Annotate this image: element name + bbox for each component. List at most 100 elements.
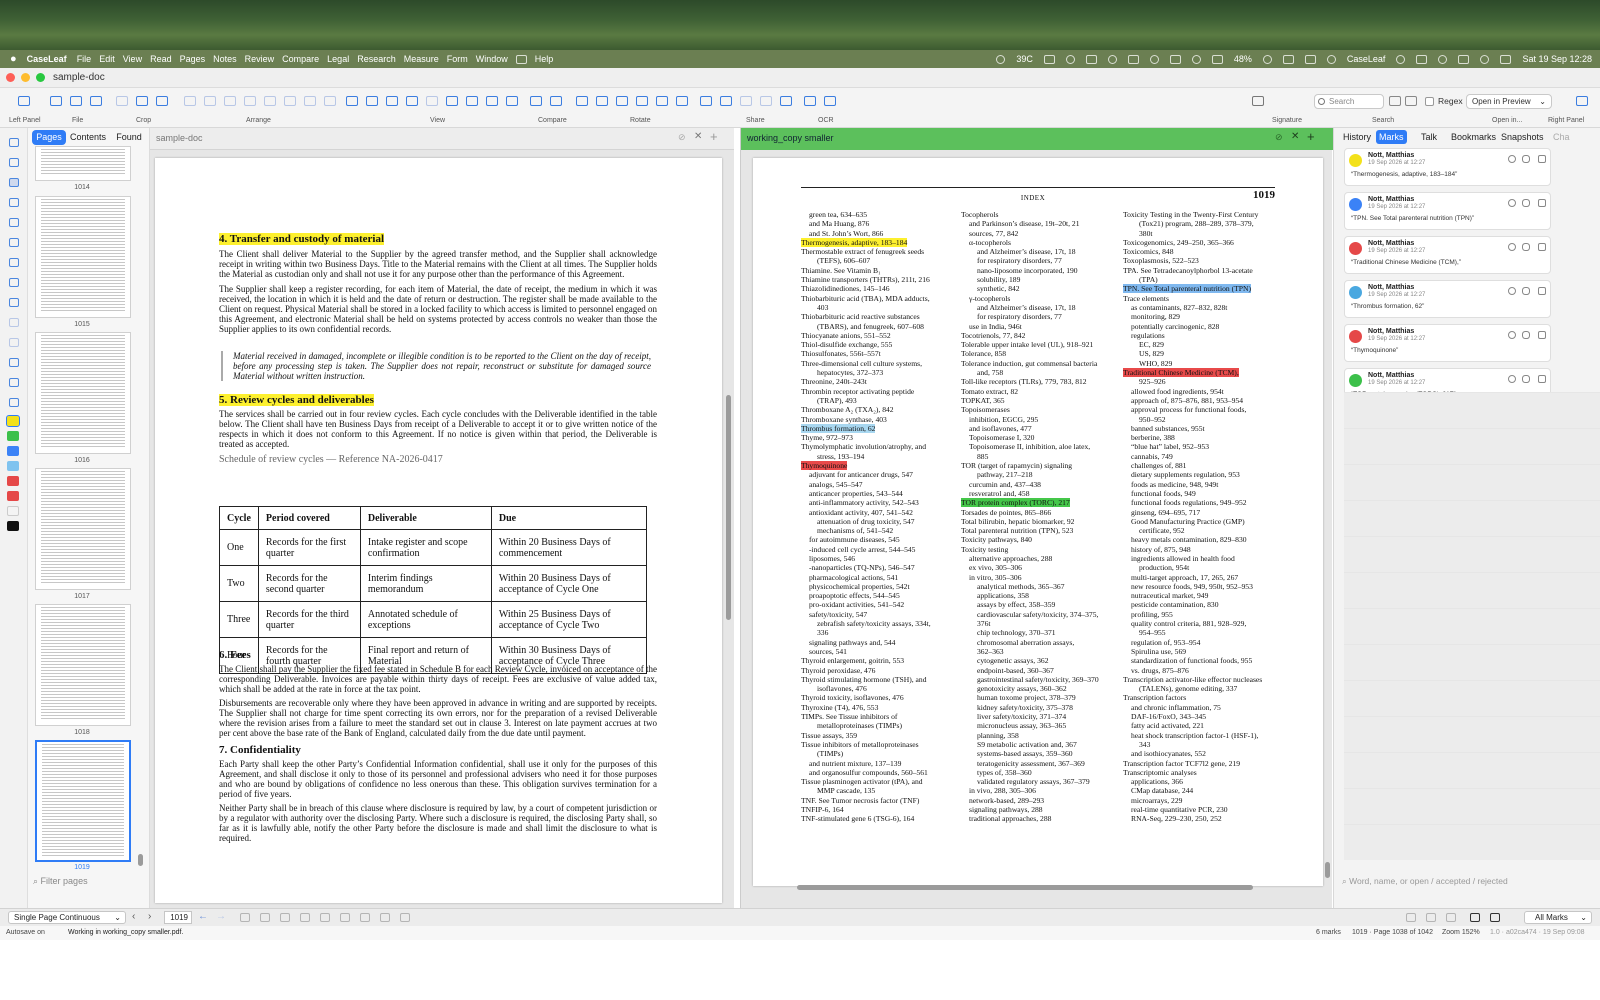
app-status[interactable]: CaseLeaf (1347, 54, 1386, 64)
bottom-tool-icon[interactable] (1406, 913, 1416, 922)
apple-icon[interactable]: ● (10, 53, 17, 65)
status-icon[interactable] (1304, 54, 1316, 64)
bottom-tool-icon[interactable] (400, 913, 410, 922)
scrollbar-thumb[interactable] (726, 395, 731, 620)
view-icon[interactable] (466, 96, 478, 106)
color-swatch-green[interactable] (7, 431, 19, 441)
menu-pages[interactable]: Pages (180, 54, 206, 64)
link-icon[interactable]: ⊘ (678, 132, 686, 143)
open-link-icon[interactable] (1538, 375, 1546, 383)
bottom-tool-icon[interactable] (240, 913, 250, 922)
status-icon[interactable] (1085, 54, 1097, 64)
tab-chat[interactable]: Cha (1550, 130, 1573, 144)
menu-legal[interactable]: Legal (327, 54, 349, 64)
crop-box-icon[interactable] (156, 96, 168, 106)
status-circle-icon[interactable] (1508, 331, 1516, 339)
page-thumbnail[interactable] (35, 146, 131, 181)
zoom-out-icon[interactable] (346, 96, 358, 106)
regex-box[interactable] (1425, 96, 1434, 106)
arrange-icon[interactable] (324, 96, 336, 106)
status-circle-icon[interactable] (1508, 375, 1516, 383)
redact-tool-icon[interactable] (9, 358, 19, 367)
open-link-icon[interactable] (1538, 199, 1546, 207)
status-circle-icon[interactable] (1508, 243, 1516, 251)
status-icon[interactable] (1416, 54, 1428, 64)
color-swatch-light-blue[interactable] (7, 461, 19, 471)
status-icon[interactable] (1065, 54, 1075, 64)
page-thumbnail[interactable] (35, 332, 131, 454)
open-link-icon[interactable] (1538, 243, 1546, 251)
menu-form[interactable]: Form (447, 54, 468, 64)
menu-research[interactable]: Research (357, 54, 396, 64)
menu-extra-icon[interactable] (515, 54, 527, 64)
comment-icon[interactable] (1490, 913, 1500, 922)
stamp-tool-icon[interactable] (9, 318, 19, 327)
share-icon[interactable] (700, 96, 712, 106)
previous-page-icon[interactable]: ‹ (132, 911, 135, 922)
page-thumbnail[interactable] (35, 196, 131, 318)
view-icon[interactable] (446, 96, 458, 106)
rotate-icon[interactable] (676, 96, 688, 106)
ocr-icon[interactable] (804, 96, 816, 106)
page-thumbnail-selected[interactable] (35, 740, 131, 862)
share-icon[interactable] (760, 96, 772, 106)
color-swatch-black[interactable] (7, 521, 19, 531)
menu-help[interactable]: Help (535, 54, 554, 64)
tab-bookmarks[interactable]: Bookmarks (1448, 130, 1499, 144)
close-tab-icon[interactable]: ✕ (1291, 131, 1299, 142)
rotate-left-icon[interactable] (576, 96, 588, 106)
rotate-right-icon[interactable] (596, 96, 608, 106)
bottom-tool-icon[interactable] (300, 913, 310, 922)
save-icon[interactable] (70, 96, 82, 106)
eye-icon[interactable] (1522, 243, 1530, 251)
color-swatch-red[interactable] (7, 491, 19, 501)
status-icon[interactable] (1149, 54, 1159, 64)
zoom-window-button[interactable] (36, 73, 45, 82)
actual-size-icon[interactable] (386, 96, 398, 106)
menu-edit[interactable]: Edit (99, 54, 115, 64)
mark-card[interactable]: Nott, Matthias 19 Sep 2026 at 12:27 “Throm… (1344, 280, 1551, 318)
view-icon[interactable] (486, 96, 498, 106)
view-mode-dropdown[interactable]: Single Page Continuous ⌄ (8, 911, 126, 924)
page-thumbnail[interactable] (35, 468, 131, 590)
select-tool-icon[interactable] (9, 138, 19, 147)
mark-card[interactable]: Nott, Matthias 19 Sep 2026 at 12:27 “Thymo… (1344, 324, 1551, 362)
mic-icon[interactable] (1396, 54, 1406, 64)
arrange-icon[interactable] (224, 96, 236, 106)
status-icon[interactable] (1107, 54, 1117, 64)
battery-status[interactable]: 48% (1234, 54, 1252, 64)
print-icon[interactable] (90, 96, 102, 106)
text-tool-icon[interactable] (9, 258, 19, 267)
bottom-tool-icon[interactable] (340, 913, 350, 922)
right-document-tab[interactable]: working_copy smaller ⊘ ✕ + (741, 128, 1333, 150)
status-icon[interactable] (1043, 54, 1055, 64)
open-link-icon[interactable] (1538, 331, 1546, 339)
status-icon[interactable] (996, 54, 1006, 64)
menu-measure[interactable]: Measure (404, 54, 439, 64)
shape-tool-icon[interactable] (9, 298, 19, 307)
status-icon[interactable] (1326, 54, 1336, 64)
tab-pages[interactable]: Pages (32, 130, 66, 145)
tab-talk[interactable]: Talk (1418, 130, 1440, 144)
bluetooth-icon[interactable] (1438, 54, 1448, 64)
bottom-tool-icon[interactable] (380, 913, 390, 922)
marks-filter-input[interactable]: ⌕ Word, name, or open / accepted / rejec… (1342, 876, 1508, 887)
tab-snapshots[interactable]: Snapshots (1498, 130, 1547, 144)
open-file-icon[interactable] (50, 96, 62, 106)
eye-icon[interactable] (1522, 331, 1530, 339)
right-panel-toggle-icon[interactable] (1576, 96, 1588, 106)
new-tab-icon[interactable]: + (1307, 129, 1315, 144)
filter-pages-input[interactable]: ⌕ Filter pages (33, 876, 88, 887)
menu-file[interactable]: File (77, 54, 92, 64)
wifi-icon[interactable] (1282, 54, 1294, 64)
color-swatch-blue[interactable] (7, 446, 19, 456)
arrange-icon[interactable] (304, 96, 316, 106)
thumbnail-scrollbar[interactable] (138, 854, 143, 866)
magnify-tool-icon[interactable] (9, 198, 19, 207)
back-icon[interactable]: ← (198, 911, 208, 922)
tab-marks[interactable]: Marks (1376, 130, 1407, 144)
view-icon[interactable] (506, 96, 518, 106)
arrange-icon[interactable] (184, 96, 196, 106)
close-window-button[interactable] (6, 73, 15, 82)
open-in-dropdown[interactable]: Open in Preview ⌄ (1466, 94, 1552, 109)
